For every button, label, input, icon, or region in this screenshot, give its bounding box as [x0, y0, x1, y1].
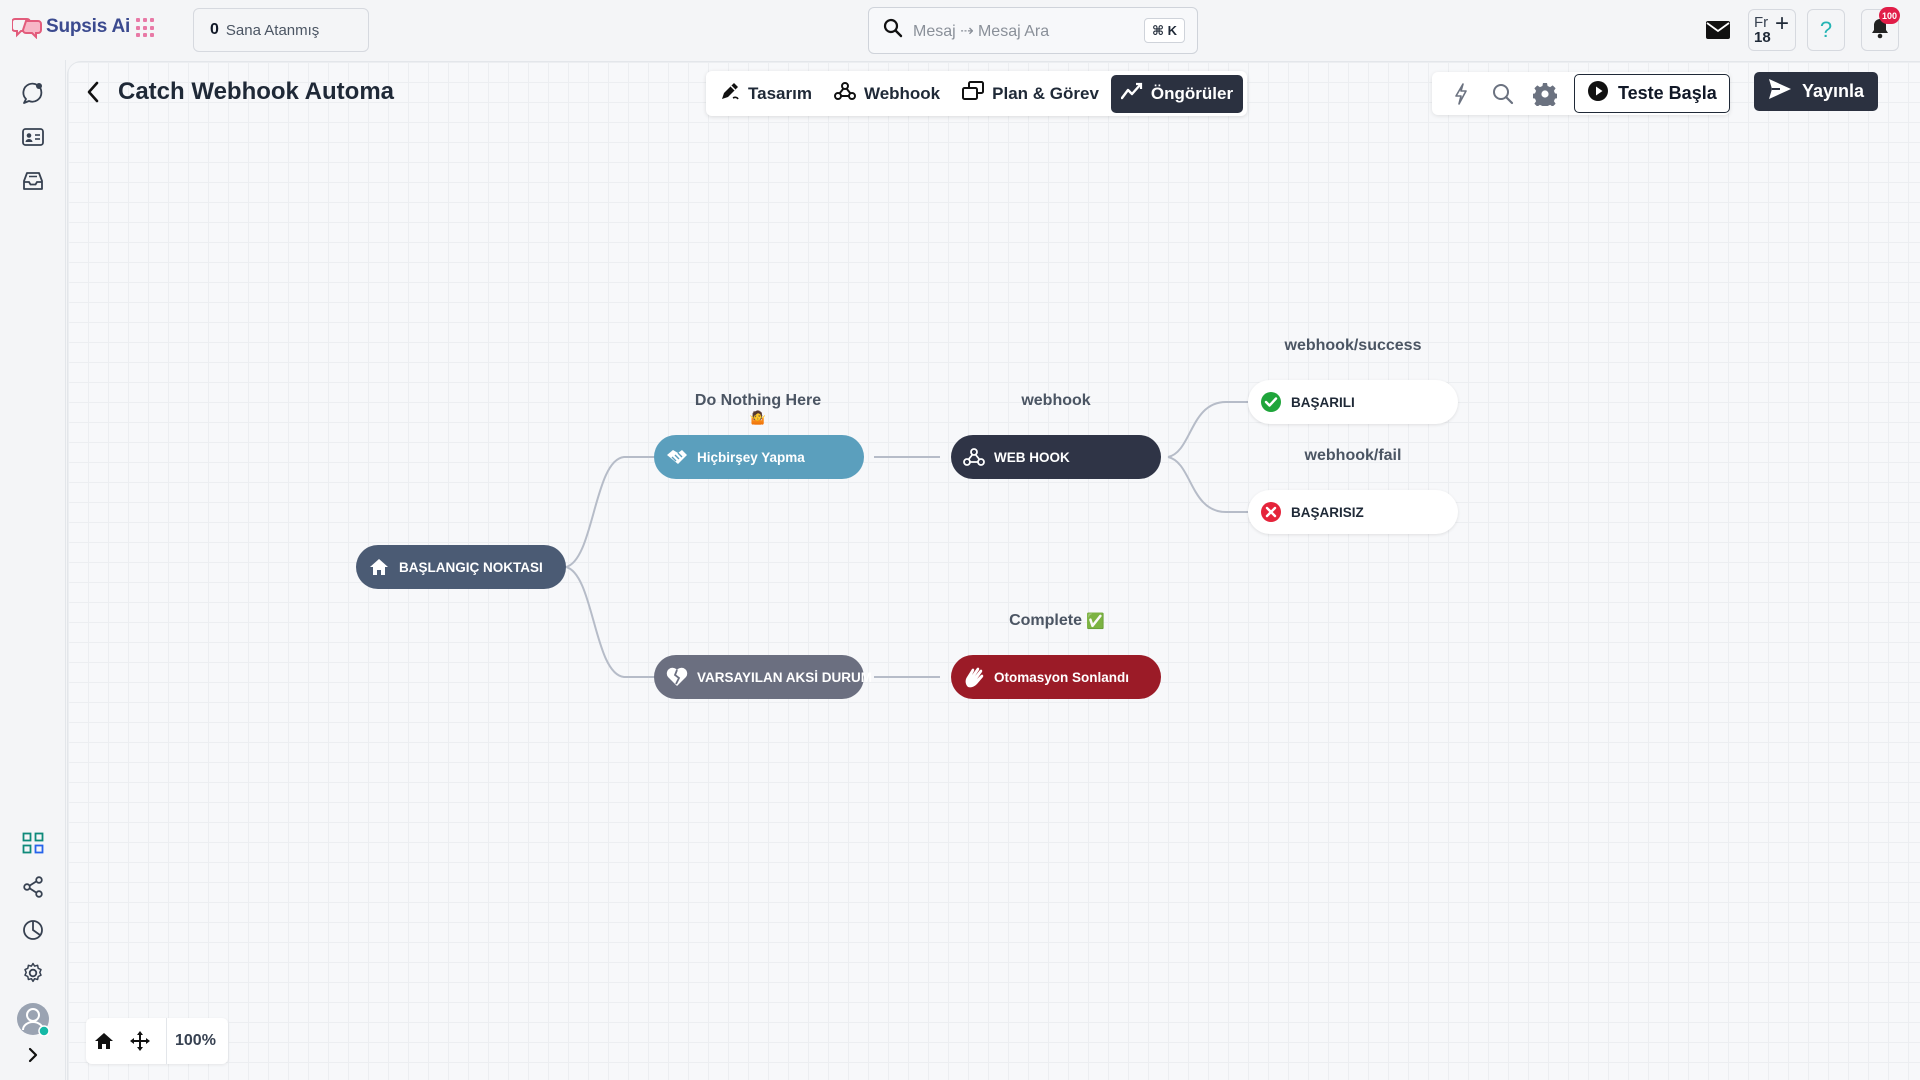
- label-complete: Complete: [1009, 612, 1082, 629]
- node-default-fail[interactable]: VARSAYILAN AKSİ DURUM: [654, 655, 872, 699]
- label-do-nothing-here: Do Nothing Here: [694, 392, 822, 409]
- node-success[interactable]: BAŞARILI: [1248, 380, 1458, 424]
- edge-start-do-nothing: [565, 456, 656, 568]
- edge-webhook-success: [1167, 401, 1250, 458]
- label-webhook-success: webhook/success: [1284, 337, 1422, 354]
- edge-start-default: [565, 566, 656, 678]
- x-circle-icon: [1260, 501, 1282, 523]
- node-webhook-label: WEB HOOK: [994, 449, 1070, 465]
- node-webhook[interactable]: WEB HOOK: [951, 435, 1161, 479]
- node-ended-label: Otomasyon Sonlandı: [994, 669, 1130, 685]
- check-circle-icon: [1260, 391, 1282, 413]
- webhook-icon: [963, 446, 985, 468]
- node-success-label: BAŞARILI: [1291, 394, 1355, 410]
- handshake-icon: [666, 446, 688, 468]
- node-start-label: BAŞLANGIÇ NOKTASI: [399, 559, 543, 575]
- edge-webhook-fail: [1167, 456, 1250, 513]
- flow-edges: [565, 401, 1250, 678]
- broken-heart-icon: [666, 666, 688, 688]
- label-do-nothing-emoji: 🤷: [749, 410, 767, 425]
- node-default-fail-label: VARSAYILAN AKSİ DURUM: [697, 669, 873, 685]
- node-automation-ended[interactable]: Otomasyon Sonlandı: [951, 655, 1161, 699]
- node-fail[interactable]: BAŞARISIZ: [1248, 490, 1458, 534]
- home-view-icon[interactable]: [86, 1023, 122, 1059]
- node-do-nothing[interactable]: Hiçbirşey Yapma: [654, 435, 864, 479]
- node-fail-label: BAŞARISIZ: [1291, 504, 1364, 520]
- canvas-controls: 100%: [86, 1018, 228, 1064]
- waving-hand-icon: [963, 666, 985, 688]
- zoom-level[interactable]: 100%: [175, 1032, 228, 1050]
- label-webhook: webhook: [1021, 392, 1091, 409]
- node-do-nothing-label: Hiçbirşey Yapma: [697, 449, 805, 465]
- home-icon: [368, 556, 390, 578]
- divider: [166, 1018, 167, 1064]
- pan-move-icon[interactable]: [122, 1023, 158, 1059]
- node-start-point[interactable]: BAŞLANGIÇ NOKTASI: [356, 545, 566, 589]
- label-complete-emoji: ✅: [1086, 613, 1105, 630]
- label-webhook-fail: webhook/fail: [1304, 447, 1402, 464]
